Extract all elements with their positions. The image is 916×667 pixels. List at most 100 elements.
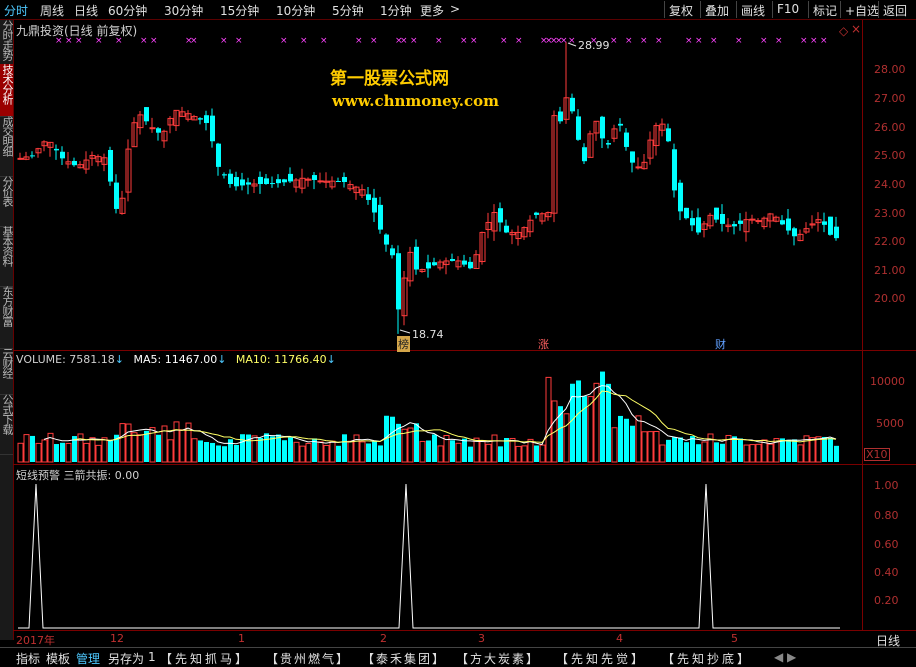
candle-body [17, 157, 24, 160]
volume-bar [749, 444, 756, 463]
volume-bar [792, 439, 797, 462]
volume-bar [527, 438, 534, 463]
save-as-button[interactable]: 另存为 [108, 650, 144, 667]
event-marker: × [75, 36, 83, 46]
candle-body [30, 155, 35, 157]
candle-body [204, 115, 209, 124]
volume-bar [144, 430, 149, 462]
indicator-button[interactable]: 指标 [16, 650, 40, 667]
template-button[interactable]: 模板 [46, 650, 70, 667]
candle-body [149, 127, 156, 130]
candle-body [696, 217, 701, 233]
event-marker: × [460, 36, 468, 46]
volume-bar [498, 446, 503, 462]
event-marker: × [500, 36, 508, 46]
volume-bar [288, 437, 293, 462]
volume-bar [276, 434, 281, 462]
volume-bar [485, 443, 492, 463]
volume-bar [336, 445, 341, 462]
volume-bar [701, 441, 708, 463]
event-marker: × [400, 36, 408, 46]
volume-bar [216, 445, 221, 462]
candle-body [156, 128, 161, 133]
event-marker: × [220, 36, 228, 46]
event-marker: × [65, 36, 73, 46]
formula-tab-4[interactable]: 【方大炭素】 [456, 650, 540, 667]
candle-body [576, 116, 581, 140]
volume-bar [258, 437, 263, 462]
volume-bar [95, 444, 102, 463]
candle-body [426, 262, 431, 269]
volume-bar [60, 442, 65, 462]
event-marker: × [300, 36, 308, 46]
event-marker: × [710, 36, 718, 46]
volume-bar [570, 383, 575, 462]
formula-tab-1[interactable]: 【先知抓马】 [160, 650, 250, 667]
event-marker: × [470, 36, 478, 46]
candle-body [216, 143, 221, 167]
volume-bar [210, 442, 215, 462]
volume-bar [635, 415, 642, 463]
candle-body [792, 228, 797, 237]
volume-bar [797, 444, 804, 463]
candle-body [558, 111, 563, 122]
volume-bar [390, 416, 395, 462]
volume-bar [342, 434, 347, 462]
formula-tab-3[interactable]: 【泰禾集团】 [362, 650, 446, 667]
event-marker: × [820, 36, 828, 46]
volume-bar [618, 415, 623, 462]
candle-body [834, 226, 839, 239]
volume-bar [234, 444, 239, 462]
volume-bar [119, 423, 126, 463]
event-marker: × [695, 36, 703, 46]
candle-body [822, 221, 827, 225]
ma10-line [73, 390, 837, 443]
volume-bar [611, 427, 618, 463]
volume-bar [30, 435, 35, 462]
volume-bar [755, 443, 762, 463]
formula-tab-6[interactable]: 【先知抄底】 [662, 650, 752, 667]
volume-bar [684, 442, 689, 462]
candle-body [570, 97, 575, 112]
candle-body [534, 212, 539, 215]
candle-body [210, 115, 215, 142]
event-marker: × [640, 36, 648, 46]
candle-body [828, 216, 833, 235]
volume-bar [630, 425, 635, 462]
event-marker: × [515, 36, 523, 46]
event-marker: × [625, 36, 633, 46]
volume-bar [83, 442, 90, 463]
candle-body [288, 173, 293, 182]
formula-tab-5[interactable]: 【先知先觉】 [556, 650, 646, 667]
volume-bar [720, 443, 725, 462]
event-marker: × [150, 36, 158, 46]
volume-bar [125, 423, 132, 463]
volume-bar [707, 433, 714, 463]
volume-bar [419, 440, 426, 463]
candle-body [372, 197, 377, 213]
kline-chart[interactable]: × × × × × × × ×× × × × × × × × ×× × × × × × × ××××× × × × × × × × × × × ×… [0, 0, 916, 666]
candle-body [282, 179, 287, 183]
candle-body [630, 151, 635, 163]
volume-bar [732, 436, 737, 462]
candle-body [264, 178, 269, 184]
scroll-arrows-icon[interactable]: ◀ ▶ [774, 650, 796, 664]
manage-button[interactable]: 管理 [76, 650, 100, 667]
volume-bar [714, 442, 719, 462]
volume-bar [563, 413, 570, 463]
volume-bar [323, 444, 330, 463]
candle-body [714, 207, 719, 220]
candle-body [108, 149, 113, 182]
save-as-slot[interactable]: 1 [148, 650, 156, 664]
volume-bar [65, 442, 72, 463]
volume-bar [690, 436, 695, 462]
volume-bar [240, 434, 245, 462]
volume-bar [293, 441, 300, 463]
volume-bar [606, 383, 611, 462]
bottom-toolbar: 指标 模板 管理 另存为 1 【先知抓马】 【贵州燃气】 【泰禾集团】 【方大炭… [0, 647, 916, 667]
candle-body [498, 208, 503, 223]
event-marker: × [655, 36, 663, 46]
candle-body [366, 194, 371, 200]
volume-bar [479, 440, 486, 463]
formula-tab-2[interactable]: 【贵州燃气】 [266, 650, 350, 667]
